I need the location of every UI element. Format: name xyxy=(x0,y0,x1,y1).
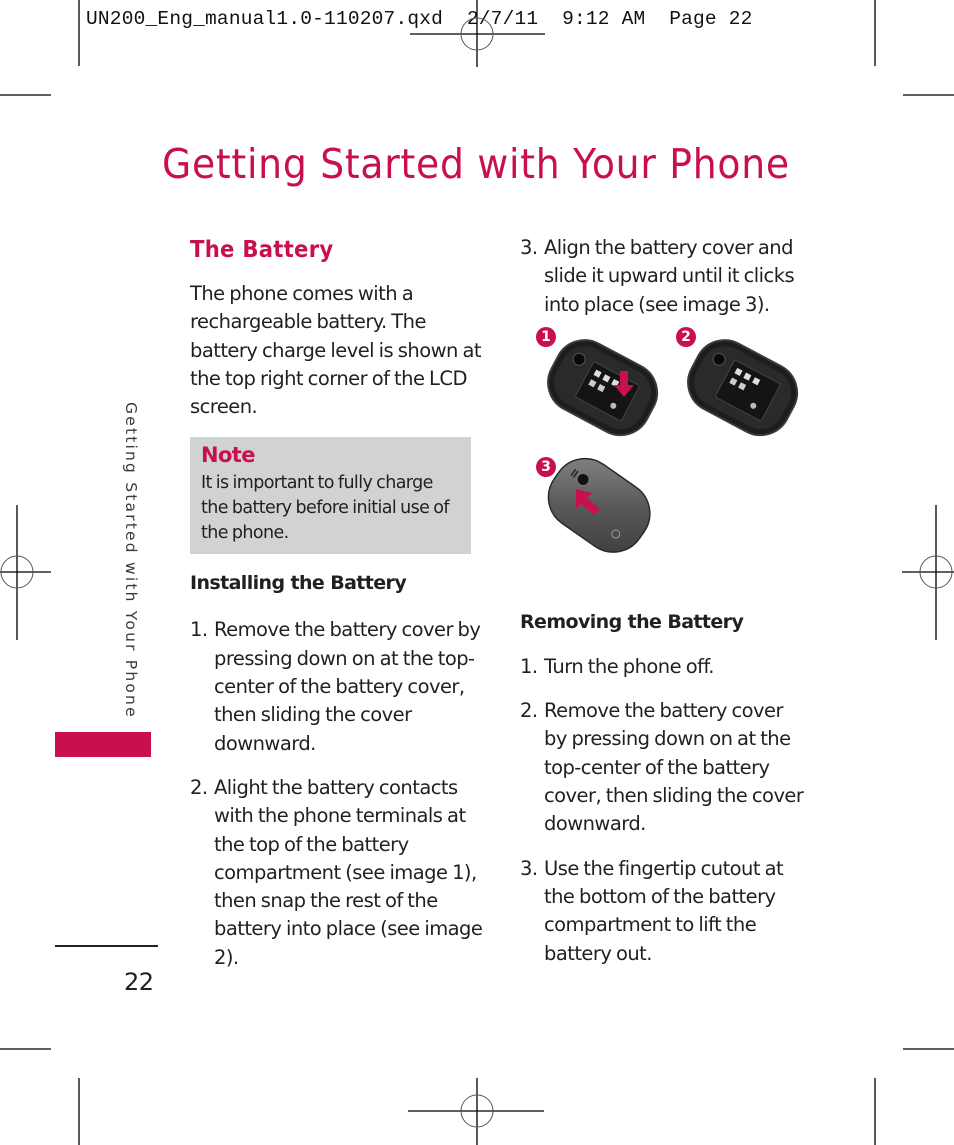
battery-illustrations: 1 2 3 xyxy=(528,326,810,595)
page-title: Getting Started with Your Phone xyxy=(162,140,790,188)
installing-step: 2. Alight the battery contacts with the … xyxy=(190,774,485,972)
step-number: 2. xyxy=(190,775,208,799)
removing-step: 1. Turn the phone off. xyxy=(520,653,810,681)
battery-intro-text: The phone comes with a rechargeable batt… xyxy=(190,282,482,419)
removing-heading: Removing the Battery xyxy=(520,610,744,633)
installing-steps-continued: 3. Align the battery cover and slide it … xyxy=(520,234,810,319)
step-number: 1. xyxy=(520,654,538,678)
right-column: 3. Align the battery cover and slide it … xyxy=(520,234,810,984)
step-text: Align the battery cover and slide it upw… xyxy=(544,236,795,316)
illustration-badge: 2 xyxy=(676,326,696,347)
removing-steps: 1. Turn the phone off. 2. Remove the bat… xyxy=(520,653,810,968)
note-title: Note xyxy=(201,443,255,468)
step-text: Turn the phone off. xyxy=(544,654,715,678)
removing-step: 2. Remove the battery cover by pressing … xyxy=(520,697,810,838)
step-number: 3. xyxy=(520,856,538,880)
note-box: Note It is important to fully charge the… xyxy=(190,437,471,555)
registration-mark-icon xyxy=(408,1078,544,1145)
step-text: Remove the battery cover by pressing dow… xyxy=(214,618,481,755)
illustration-badge: 3 xyxy=(536,456,556,477)
installing-step: 3. Align the battery cover and slide it … xyxy=(520,234,810,319)
page-number: 22 xyxy=(124,968,154,996)
installing-steps: 1. Remove the battery cover by pressing … xyxy=(190,616,485,972)
step-text: Alight the battery contacts with the pho… xyxy=(214,775,483,969)
installing-heading: Installing the Battery xyxy=(190,572,407,595)
left-column: The Battery The phone comes with a recha… xyxy=(190,234,485,988)
section-title-battery: The Battery xyxy=(190,237,334,263)
step-number: 3. xyxy=(520,236,538,259)
note-text: It is important to fully charge the batt… xyxy=(201,473,450,544)
step-text: Remove the battery cover by pressing dow… xyxy=(544,699,804,836)
installing-step: 1. Remove the battery cover by pressing … xyxy=(190,616,485,757)
registration-mark-icon xyxy=(902,505,954,640)
illustration-1: 1 xyxy=(528,326,663,442)
illustration-2: 2 xyxy=(668,326,803,442)
step-text: Use the fingertip cutout at the bottom o… xyxy=(544,856,784,965)
footer-rule xyxy=(55,945,158,947)
illustration-badge: 1 xyxy=(536,326,556,347)
step-number: 1. xyxy=(190,618,208,642)
side-running-label: Getting Started with Your Phone xyxy=(122,402,140,719)
illustration-3: 3 xyxy=(528,449,663,564)
registration-mark-icon xyxy=(0,505,51,640)
print-slug: UN200_Eng_manual1.0-110207.qxd 2/7/11 9:… xyxy=(86,8,753,30)
side-section-tab xyxy=(55,732,151,757)
removing-step: 3. Use the fingertip cutout at the botto… xyxy=(520,855,810,968)
step-number: 2. xyxy=(520,699,538,723)
